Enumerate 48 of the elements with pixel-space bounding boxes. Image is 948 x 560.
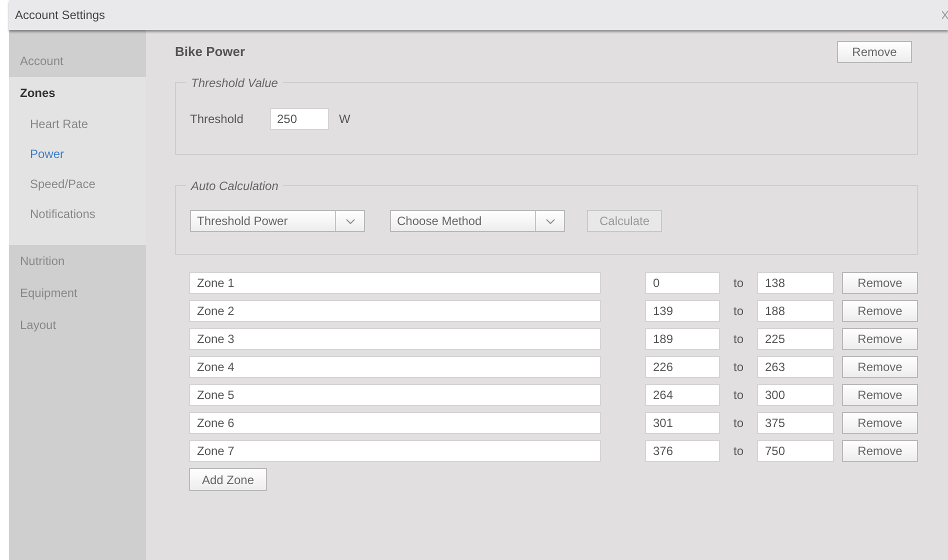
window-title: Account Settings (15, 7, 106, 24)
zone-name-input[interactable]: Zone 7 (189, 440, 601, 462)
zone-name-input[interactable]: Zone 6 (189, 412, 601, 434)
to-label: to (732, 443, 744, 460)
zone-to-input[interactable]: 375 (757, 412, 834, 434)
remove-button[interactable]: Remove (842, 384, 918, 406)
zone-from-input[interactable]: 264 (645, 384, 720, 406)
remove-button[interactable]: Remove (837, 41, 912, 63)
close-icon[interactable] (942, 10, 948, 20)
remove-button[interactable]: Remove (842, 300, 918, 322)
to-label: to (732, 275, 744, 292)
unit-label: W (339, 111, 350, 128)
to-label: to (732, 303, 744, 320)
add-zone-button[interactable]: Add Zone (189, 468, 267, 491)
zone-name-input[interactable]: Zone 2 (189, 300, 601, 322)
to-label: to (732, 331, 744, 348)
zone-to-input[interactable]: 263 (757, 356, 834, 378)
zone-name-input[interactable]: Zone 4 (189, 356, 601, 378)
remove-button[interactable]: Remove (842, 412, 918, 434)
sidebar-item[interactable]: Zones (9, 77, 146, 109)
zone-to-input[interactable]: 225 (757, 328, 834, 350)
zone-from-input[interactable]: 226 (645, 356, 720, 378)
remove-button[interactable]: Remove (842, 272, 918, 294)
zone-to-input[interactable]: 138 (757, 272, 834, 294)
zone-name-input[interactable]: Zone 5 (189, 384, 601, 406)
zone-from-input[interactable]: 301 (645, 412, 720, 434)
zone-to-input[interactable]: 300 (757, 384, 834, 406)
zone-from-input[interactable]: 139 (645, 300, 720, 322)
dropdown[interactable]: Choose Method (390, 210, 565, 232)
to-label: to (732, 359, 744, 376)
zone-from-input[interactable]: 0 (645, 272, 720, 294)
chevron-down-icon (546, 218, 554, 224)
zone-to-input[interactable]: 188 (757, 300, 834, 322)
zone-name-input[interactable]: Zone 1 (189, 272, 601, 294)
chevron-down-icon (346, 218, 354, 224)
threshold-input[interactable]: 250 (270, 108, 329, 130)
remove-button[interactable]: Remove (842, 328, 918, 350)
zone-from-input[interactable]: 189 (645, 328, 720, 350)
zone-to-input[interactable]: 750 (757, 440, 834, 462)
zone-from-input[interactable]: 376 (645, 440, 720, 462)
section-title: Bike Power (175, 43, 246, 62)
remove-button[interactable]: Remove (842, 440, 918, 462)
zone-name-input[interactable]: Zone 3 (189, 328, 601, 350)
to-label: to (732, 387, 744, 404)
dropdown[interactable]: Threshold Power (190, 210, 365, 232)
threshold-label: Threshold (190, 111, 244, 128)
remove-button[interactable]: Remove (842, 356, 918, 378)
to-label: to (732, 415, 744, 432)
